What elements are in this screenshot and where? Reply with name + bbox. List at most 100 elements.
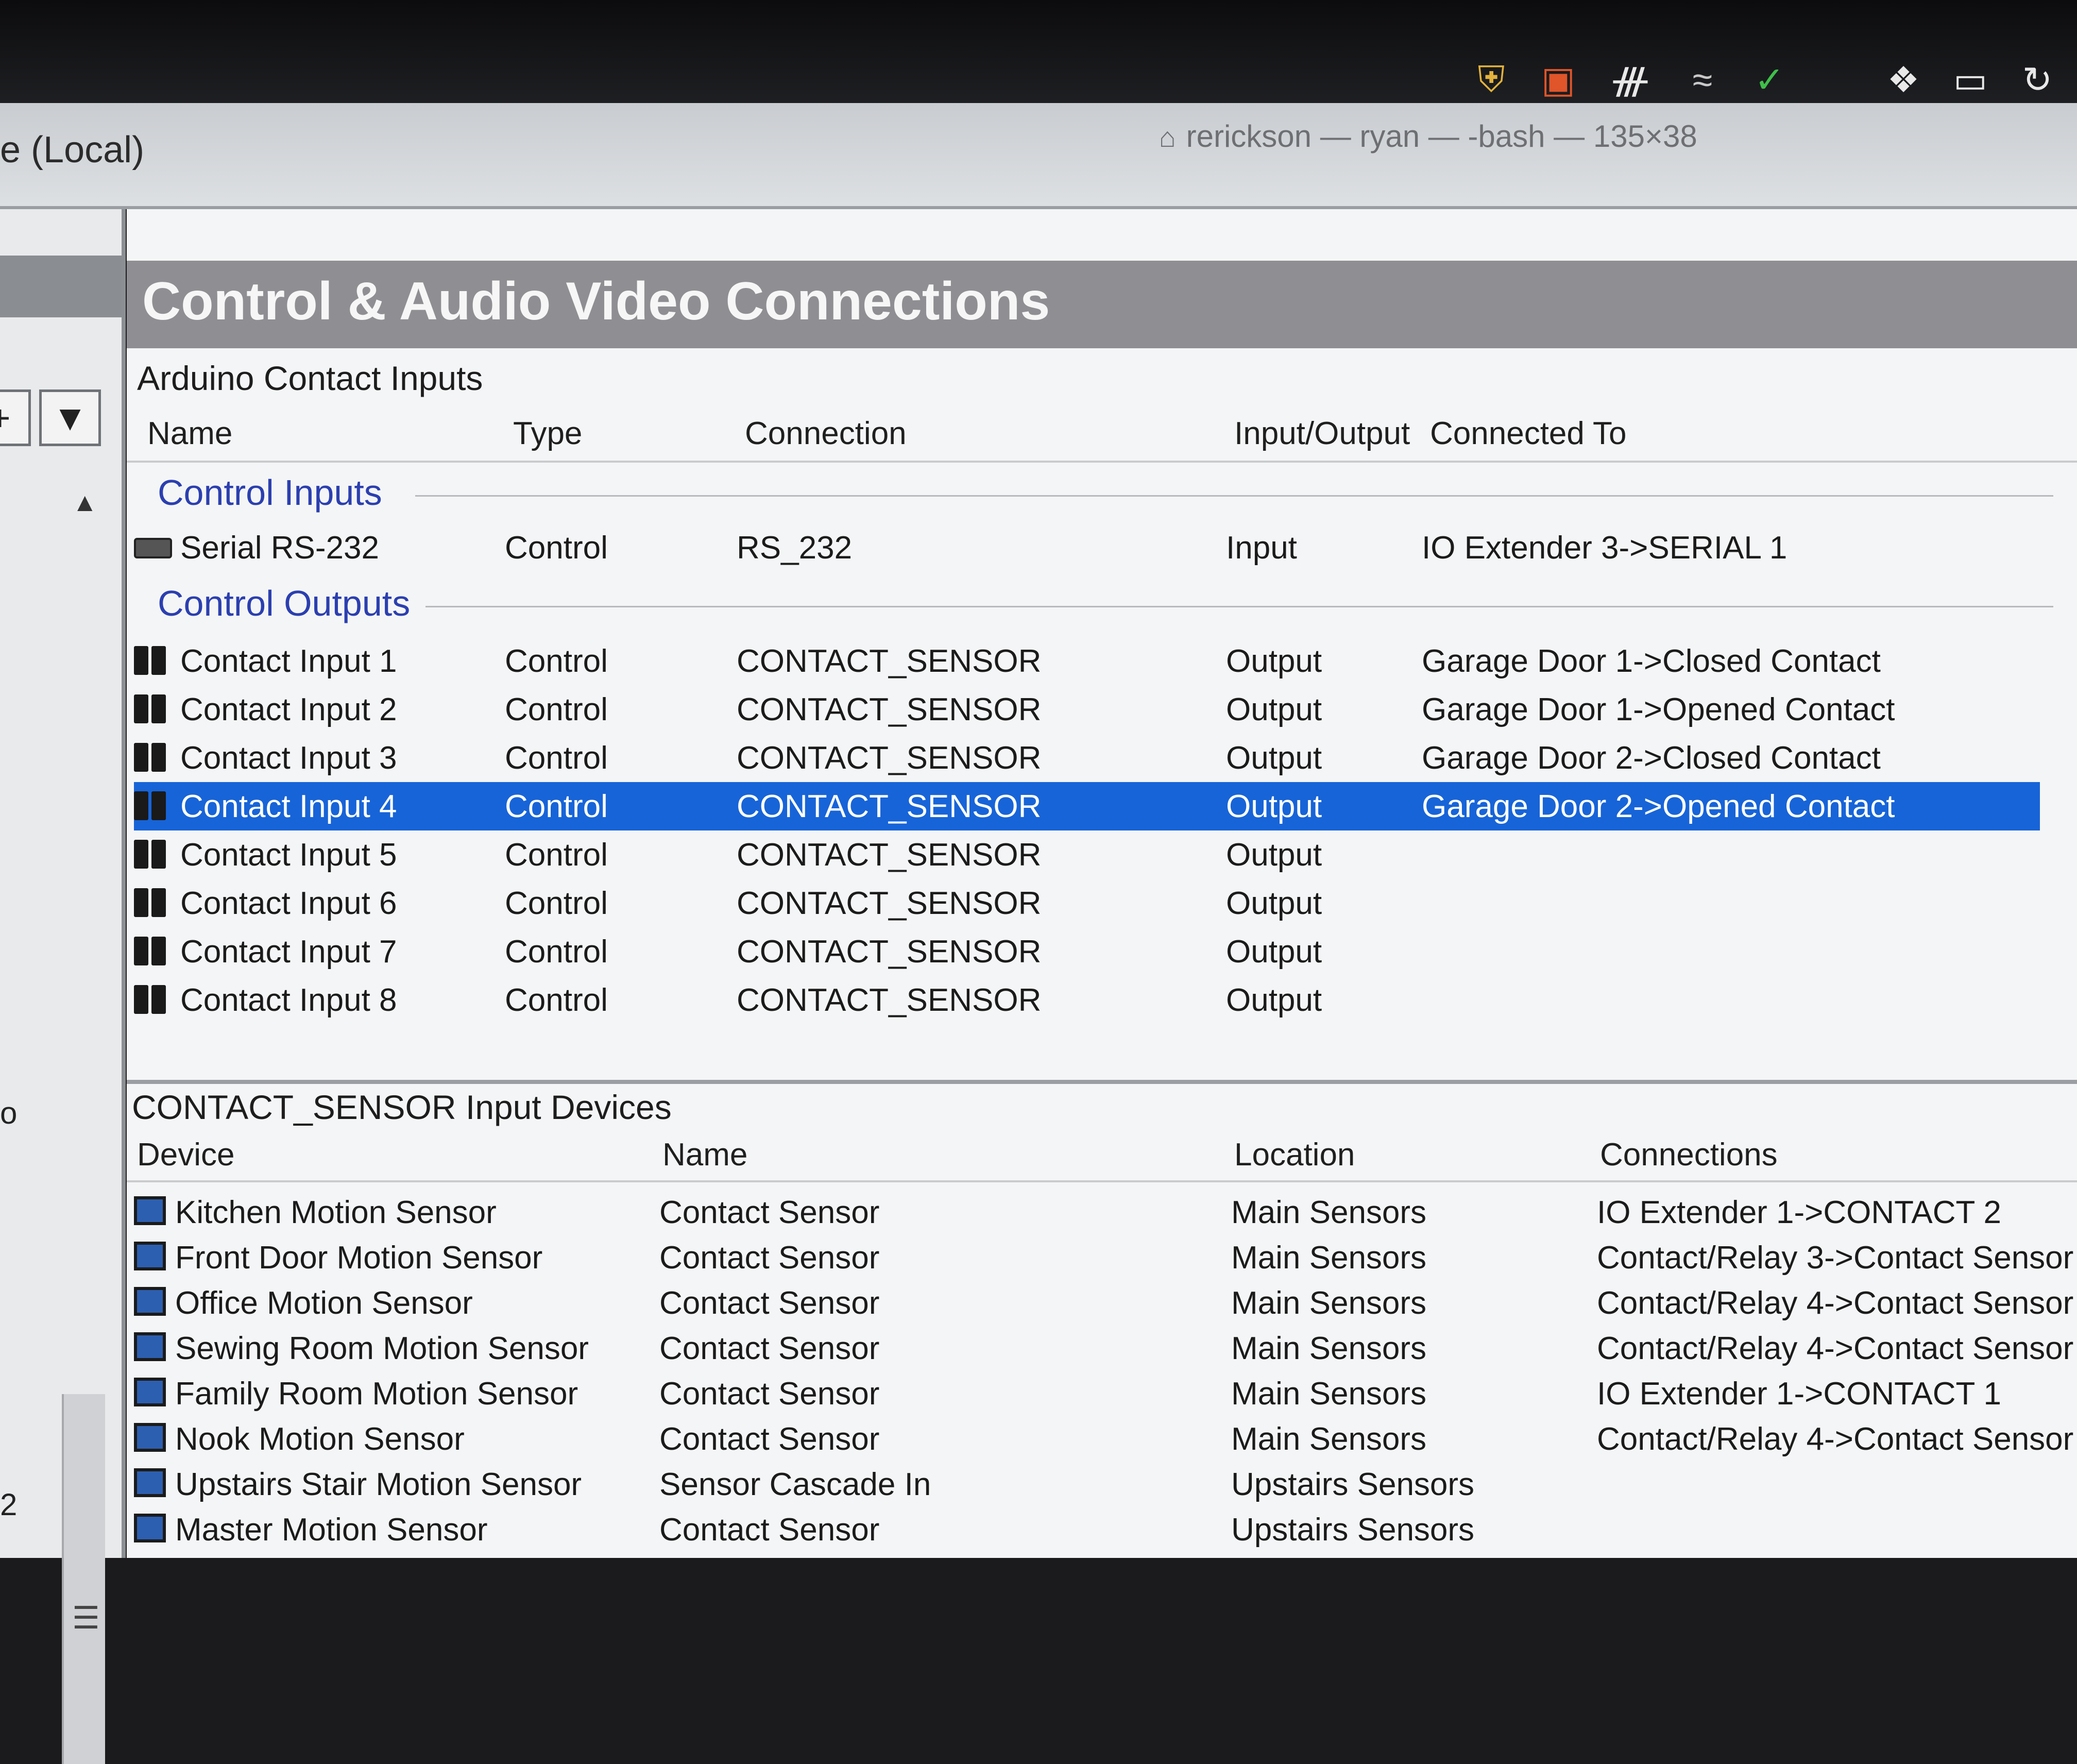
group-rule xyxy=(425,606,2053,607)
row-connections: Contact/Relay 4->Contact Sensor 3 xyxy=(1597,1331,2077,1366)
group-label-control-outputs: Control Outputs xyxy=(158,583,411,623)
section-divider[interactable] xyxy=(127,1080,2077,1084)
row-io: Output xyxy=(1226,837,1322,873)
column-header-type[interactable]: Type xyxy=(513,415,582,452)
connections-panel: Control & Audio Video Connections Arduin… xyxy=(127,209,2077,1558)
row-location: Upstairs Sensors xyxy=(1231,1467,1475,1502)
row-type: Control xyxy=(505,740,608,776)
table-row[interactable]: Contact Input 7 Control CONTACT_SENSOR O… xyxy=(134,927,2040,976)
contact-icon xyxy=(134,646,170,675)
scrollbar[interactable] xyxy=(62,1394,105,1764)
sync-icon[interactable]: ↻ xyxy=(2014,57,2061,103)
column-header-connected-to[interactable]: Connected To xyxy=(1430,415,1626,452)
row-io: Output xyxy=(1226,643,1322,679)
column-header-connection[interactable]: Connection xyxy=(745,415,907,452)
column-header-name[interactable]: Name xyxy=(147,415,232,452)
scroll-up-icon[interactable]: ▲ xyxy=(72,487,98,517)
column-header-connections[interactable]: Connections xyxy=(1600,1137,1778,1173)
row-io: Output xyxy=(1226,740,1322,776)
row-name: Contact Input 1 xyxy=(180,643,397,679)
row-location: Main Sensors xyxy=(1231,1240,1427,1276)
row-connection: CONTACT_SENSOR xyxy=(737,740,1042,776)
row-name: Contact Sensor xyxy=(659,1285,880,1321)
group-rule xyxy=(415,495,2053,497)
terminal-title-text: rerickson — ryan — -bash — 135×38 xyxy=(1186,119,1697,154)
device-icon xyxy=(134,1423,166,1452)
row-type: Control xyxy=(505,643,608,679)
row-connections: Contact/Relay 4->Contact Sensor 1 xyxy=(1597,1421,2077,1457)
device-row[interactable]: Office Motion Sensor Contact Sensor Main… xyxy=(134,1279,2077,1324)
device-row[interactable]: Front Door Motion Sensor Contact Sensor … xyxy=(134,1233,2077,1279)
page-title: Control & Audio Video Connections xyxy=(142,272,1050,331)
row-connection: CONTACT_SENSOR xyxy=(737,692,1042,727)
row-io: Input xyxy=(1226,530,1297,566)
row-io: Output xyxy=(1226,886,1322,921)
row-device: Upstairs Stair Motion Sensor xyxy=(175,1467,582,1502)
column-header-name[interactable]: Name xyxy=(662,1137,747,1173)
device-icon xyxy=(134,1378,166,1406)
left-panel-header xyxy=(0,256,122,317)
row-connections: Contact/Relay 3->Contact Sensor 1 xyxy=(1597,1240,2077,1276)
row-location: Upstairs Sensors xyxy=(1231,1512,1475,1548)
table-row[interactable]: Contact Input 3 Control CONTACT_SENSOR O… xyxy=(134,734,2040,782)
table-row[interactable]: Contact Input 5 Control CONTACT_SENSOR O… xyxy=(134,830,2040,879)
row-connection: CONTACT_SENSOR xyxy=(737,934,1042,970)
shield-icon[interactable]: ⛨ xyxy=(1468,57,1514,103)
row-name: Contact Sensor xyxy=(659,1376,880,1412)
row-name: Contact Input 3 xyxy=(180,740,397,776)
row-device: Family Room Motion Sensor xyxy=(175,1376,578,1412)
network-icon[interactable]: ≈ xyxy=(1679,57,1726,103)
row-connection: RS_232 xyxy=(737,530,853,566)
app-icon[interactable]: ▣ xyxy=(1535,57,1581,103)
row-connection: CONTACT_SENSOR xyxy=(737,886,1042,921)
device-icon xyxy=(134,1287,166,1316)
panel-header: Control & Audio Video Connections xyxy=(127,261,2077,348)
left-label-2: 2 xyxy=(0,1487,18,1522)
row-location: Main Sensors xyxy=(1231,1195,1427,1230)
device-row[interactable]: Nook Motion Sensor Contact Sensor Main S… xyxy=(134,1415,2077,1460)
device-icon xyxy=(134,1196,166,1225)
row-connected-to: Garage Door 2->Opened Contact xyxy=(1422,789,1895,824)
device-row[interactable]: Family Room Motion Sensor Contact Sensor… xyxy=(134,1369,2040,1415)
header-divider xyxy=(127,461,2077,463)
row-type: Control xyxy=(505,934,608,970)
contact-icon xyxy=(134,840,170,869)
row-name: Sensor Cascade In xyxy=(659,1467,931,1502)
row-connection: CONTACT_SENSOR xyxy=(737,982,1042,1018)
column-header-io[interactable]: Input/Output xyxy=(1234,415,1410,452)
row-type: Control xyxy=(505,886,608,921)
bluetooth-icon[interactable]: ᚍ xyxy=(1607,57,1654,103)
row-device: Master Motion Sensor xyxy=(175,1512,488,1548)
device-icon xyxy=(134,1468,166,1497)
table-row-selected[interactable]: Contact Input 4 Control CONTACT_SENSOR O… xyxy=(134,782,2040,830)
column-header-device[interactable]: Device xyxy=(137,1137,235,1173)
column-header-location[interactable]: Location xyxy=(1234,1137,1355,1173)
row-connected-to: Garage Door 2->Closed Contact xyxy=(1422,740,1881,776)
contact-icon xyxy=(134,985,170,1014)
row-location: Main Sensors xyxy=(1231,1421,1427,1457)
table-row[interactable]: Contact Input 6 Control CONTACT_SENSOR O… xyxy=(134,879,2040,927)
add-button[interactable]: + xyxy=(0,389,31,446)
row-location: Main Sensors xyxy=(1231,1331,1427,1366)
contact-icon xyxy=(134,743,170,772)
dropbox-icon[interactable]: ❖ xyxy=(1880,57,1927,103)
device-row[interactable]: Kitchen Motion Sensor Contact Sensor Mai… xyxy=(134,1188,2040,1233)
contact-icon xyxy=(134,694,170,723)
row-name: Contact Sensor xyxy=(659,1421,880,1457)
cast-icon[interactable]: ▭ xyxy=(1947,57,1994,103)
table-row[interactable]: Contact Input 8 Control CONTACT_SENSOR O… xyxy=(134,976,2040,1024)
row-io: Output xyxy=(1226,789,1322,824)
table-row[interactable]: Contact Input 1 Control CONTACT_SENSOR O… xyxy=(134,637,2040,685)
check-icon[interactable]: ✓ xyxy=(1746,57,1793,103)
device-row[interactable]: Master Motion Sensor Contact Sensor Upst… xyxy=(134,1505,2040,1551)
table-row[interactable]: Contact Input 2 Control CONTACT_SENSOR O… xyxy=(134,685,2040,734)
menu-icon[interactable]: ☰ xyxy=(72,1600,100,1636)
table-row[interactable]: Serial RS-232 Control RS_232 Input IO Ex… xyxy=(134,523,2040,572)
row-io: Output xyxy=(1226,982,1322,1018)
device-row[interactable]: Upstairs Stair Motion Sensor Sensor Casc… xyxy=(134,1460,2040,1505)
row-connection: CONTACT_SENSOR xyxy=(737,837,1042,873)
device-row[interactable]: Sewing Room Motion Sensor Contact Sensor… xyxy=(134,1324,2077,1369)
row-name: Contact Sensor xyxy=(659,1512,880,1548)
row-connected-to: IO Extender 3->SERIAL 1 xyxy=(1422,530,1787,566)
filter-button[interactable]: ▼ xyxy=(39,389,101,446)
